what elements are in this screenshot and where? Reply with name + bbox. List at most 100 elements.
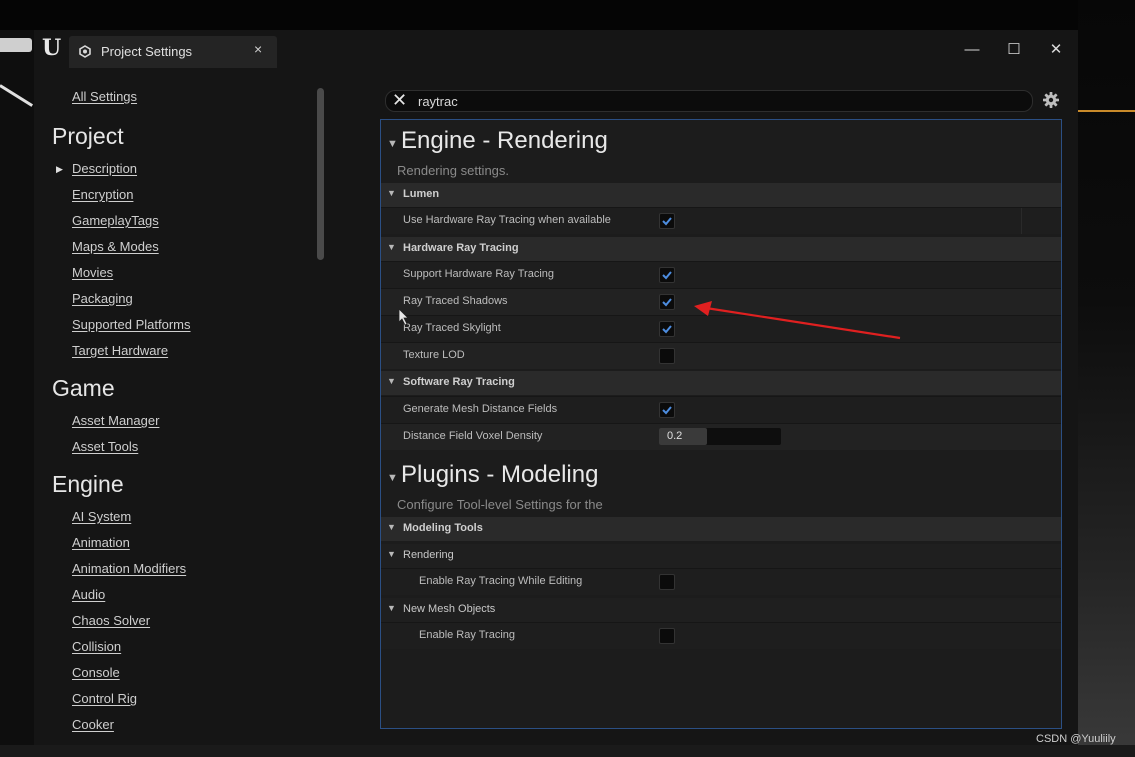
reset-column [1021,208,1058,234]
category-label: Modeling Tools [403,522,483,534]
expand-arrow-icon: ▼ [387,603,396,613]
sidebar-item-collision[interactable]: Collision [72,639,121,654]
search-input[interactable] [418,92,1008,110]
enable-rt-editing-checkbox[interactable] [659,574,675,590]
background-left-bar [0,38,32,52]
sidebar-item-supported-platforms[interactable]: Supported Platforms [72,317,191,332]
section-title-plugins-modeling: Plugins - Modeling [401,461,599,488]
sidebar-scrollbar[interactable] [317,88,324,260]
checkmark-icon [662,217,672,226]
property-row-enable-rt: Enable Ray Tracing [381,622,1061,649]
property-row-df-voxel-density: Distance Field Voxel Density 0.2 [381,423,1061,450]
sidebar-item-chaos-solver[interactable]: Chaos Solver [72,613,150,628]
checkmark-icon [662,406,672,415]
mouse-cursor-icon [398,308,409,326]
checkmark-icon [662,325,672,334]
background-top [0,0,1135,30]
project-settings-window: U Project Settings × — ☐ ✕ All Settings … [34,30,1078,745]
sidebar-item-description[interactable]: Description [72,161,137,176]
enable-rt-checkbox[interactable] [659,628,675,644]
maximize-button[interactable]: ☐ [1002,38,1026,62]
section-title-engine-rendering: Engine - Rendering [401,127,608,154]
property-label: Ray Traced Shadows [403,295,508,307]
section-description: Rendering settings. [397,163,510,178]
sidebar-item-maps-modes[interactable]: Maps & Modes [72,239,159,254]
settings-sidebar: All Settings Project ▶ Description Encry… [34,70,330,745]
expand-arrow-icon: ▼ [387,522,396,532]
sidebar-item-animation-modifiers[interactable]: Animation Modifiers [72,561,186,576]
property-label: Ray Traced Skylight [403,322,501,334]
sidebar-item-console[interactable]: Console [72,665,120,680]
annotation-arrow-icon [694,301,901,340]
settings-details-panel: ▼ Engine - Rendering Rendering settings.… [380,119,1062,729]
sidebar-item-animation[interactable]: Animation [72,535,130,550]
property-label: Enable Ray Tracing While Editing [419,575,583,587]
subcategory-label: New Mesh Objects [403,603,496,615]
minimize-button[interactable]: — [960,38,984,62]
property-row-use-hw-rt: Use Hardware Ray Tracing when available [381,207,1061,234]
subcategory-rendering[interactable]: ▼ Rendering [381,544,1061,568]
category-modeling-tools[interactable]: ▼ Modeling Tools [381,517,1061,541]
property-row-gen-mesh-df: Generate Mesh Distance Fields [381,396,1061,423]
title-bar[interactable]: U Project Settings × — ☐ ✕ [34,30,1078,70]
sidebar-item-asset-manager[interactable]: Asset Manager [72,413,159,428]
sidebar-item-target-hardware[interactable]: Target Hardware [72,343,168,358]
clear-search-icon[interactable]: ✕ [392,89,407,111]
use-hw-rt-checkbox[interactable] [659,213,675,229]
expand-arrow-icon: ▼ [387,242,396,252]
rt-skylight-checkbox[interactable] [659,321,675,337]
property-label: Distance Field Voxel Density [403,430,543,442]
property-row-support-hw-rt: Support Hardware Ray Tracing [381,261,1061,288]
collapse-engine-rendering-icon[interactable]: ▼ [387,138,398,150]
property-row-enable-rt-editing: Enable Ray Tracing While Editing [381,568,1061,595]
sidebar-item-encryption[interactable]: Encryption [72,187,133,202]
watermark: CSDN @Yuuliily [1036,733,1116,745]
collapse-plugins-modeling-icon[interactable]: ▼ [387,472,398,484]
category-label: Lumen [403,188,440,200]
sidebar-item-asset-tools[interactable]: Asset Tools [72,439,138,454]
sidebar-item-cooker[interactable]: Cooker [72,717,114,732]
property-row-texture-lod: Texture LOD [381,342,1061,369]
category-software-ray-tracing[interactable]: ▼ Software Ray Tracing [381,371,1061,395]
subcategory-new-mesh-objects[interactable]: ▼ New Mesh Objects [381,598,1061,622]
tab-close-icon[interactable]: × [254,41,262,57]
rt-shadows-checkbox[interactable] [659,294,675,310]
tab-label: Project Settings [101,44,193,59]
property-label: Texture LOD [403,349,465,361]
sidebar-item-movies[interactable]: Movies [72,265,113,280]
close-button[interactable]: ✕ [1044,38,1068,62]
subcategory-label: Rendering [403,549,454,561]
sidebar-item-packaging[interactable]: Packaging [72,291,133,306]
sidebar-item-ai-system[interactable]: AI System [72,509,131,524]
expand-arrow-icon: ▼ [387,188,396,198]
all-settings-link[interactable]: All Settings [72,89,137,104]
df-voxel-density-field[interactable]: 0.2 [659,428,781,445]
category-lumen[interactable]: ▼ Lumen [381,183,1061,207]
sidebar-item-gameplaytags[interactable]: GameplayTags [72,213,159,228]
property-label: Enable Ray Tracing [419,629,515,641]
category-hardware-ray-tracing[interactable]: ▼ Hardware Ray Tracing [381,237,1061,261]
unreal-logo: U [42,35,62,61]
expand-arrow-icon: ▼ [387,549,396,559]
tab-project-settings[interactable]: Project Settings × [69,36,277,68]
gen-mesh-df-checkbox[interactable] [659,402,675,418]
sidebar-item-audio[interactable]: Audio [72,587,105,602]
section-heading-engine: Engine [52,471,124,497]
checkmark-icon [662,271,672,280]
selected-arrow-icon: ▶ [56,164,63,174]
value-text: 0.2 [667,430,683,442]
texture-lod-checkbox[interactable] [659,348,675,364]
section-heading-project: Project [52,123,124,149]
property-label: Use Hardware Ray Tracing when available [403,214,611,226]
support-hw-rt-checkbox[interactable] [659,267,675,283]
category-label: Software Ray Tracing [403,376,515,388]
expand-arrow-icon: ▼ [387,376,396,386]
background-left [0,30,34,757]
category-label: Hardware Ray Tracing [403,242,519,254]
section-description: Configure Tool-level Settings for the [397,497,603,512]
property-label: Generate Mesh Distance Fields [403,403,558,415]
background-orange-line [1078,110,1135,112]
sidebar-item-control-rig[interactable]: Control Rig [72,691,137,706]
gear-icon[interactable] [1042,91,1060,109]
checkmark-icon [662,298,672,307]
